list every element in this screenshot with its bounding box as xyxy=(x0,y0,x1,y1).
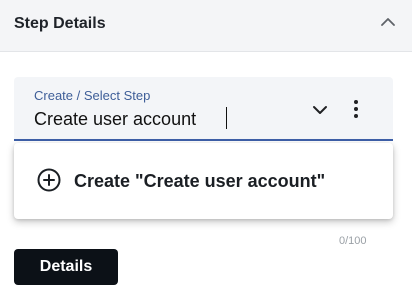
step-combobox[interactable]: Create / Select Step xyxy=(14,77,393,141)
create-step-option-label: Create "Create user account" xyxy=(74,171,326,191)
panel-title: Step Details xyxy=(14,15,106,32)
character-counter: 0/100 xyxy=(339,235,367,247)
create-step-option[interactable]: Create "Create user account" xyxy=(14,143,393,219)
chevron-up-icon[interactable] xyxy=(378,12,398,32)
text-caret xyxy=(226,107,227,129)
panel-header: Step Details xyxy=(0,0,412,52)
chevron-down-icon[interactable] xyxy=(309,99,331,121)
step-dropdown-menu: Create "Create user account" xyxy=(14,143,393,219)
details-button[interactable]: Details xyxy=(14,249,118,285)
more-vertical-icon[interactable] xyxy=(346,97,366,121)
step-field-label: Create / Select Step xyxy=(34,88,151,103)
step-input[interactable] xyxy=(34,108,304,130)
add-circle-icon xyxy=(36,167,62,193)
step-details-page: Step Details Create / Select Step 0/100 … xyxy=(0,0,412,297)
